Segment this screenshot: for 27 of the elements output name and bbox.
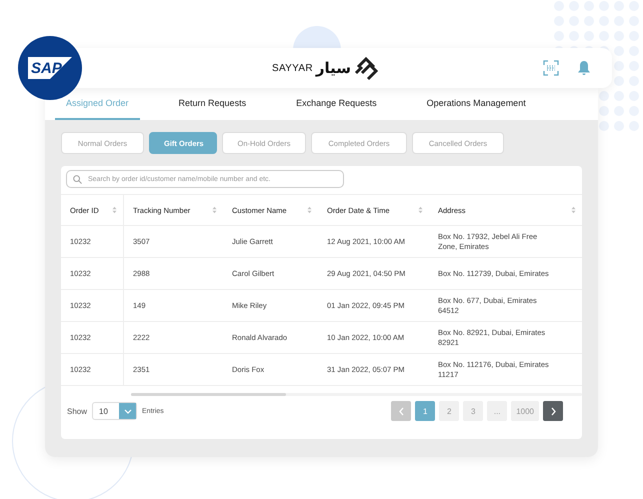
sort-icon[interactable]	[212, 206, 217, 214]
bell-icon[interactable]	[577, 60, 591, 76]
chevron-right-icon	[550, 406, 556, 416]
entries-dropdown[interactable]: 10	[92, 402, 138, 420]
chevron-down-icon	[124, 408, 132, 414]
tab[interactable]: Exchange Requests	[285, 88, 388, 120]
brand-logo-icon	[354, 55, 380, 81]
brand-name-arabic: سيار	[316, 60, 352, 76]
horizontal-scrollbar[interactable]	[131, 393, 582, 396]
tab[interactable]: Operations Management	[416, 88, 537, 120]
page-button[interactable]: 3	[463, 401, 484, 421]
scan-icon[interactable]	[543, 60, 559, 76]
sap-logo: SAP	[18, 36, 82, 100]
page-button[interactable]: 2	[439, 401, 460, 421]
page-button[interactable]: 1000	[511, 401, 539, 421]
sort-icon[interactable]	[307, 206, 312, 214]
sort-icon[interactable]	[571, 206, 576, 214]
tab[interactable]: Return Requests	[168, 88, 258, 120]
page-button[interactable]: ...	[487, 401, 508, 421]
sort-icon[interactable]	[112, 206, 117, 214]
page-button[interactable]: 1	[415, 401, 436, 421]
show-label: Show	[67, 406, 88, 416]
brand-name: SAYYAR	[272, 62, 313, 74]
sort-icon[interactable]	[418, 206, 423, 214]
chevron-left-icon	[398, 406, 405, 416]
next-page-button[interactable]	[543, 401, 563, 421]
search-icon	[73, 175, 82, 184]
